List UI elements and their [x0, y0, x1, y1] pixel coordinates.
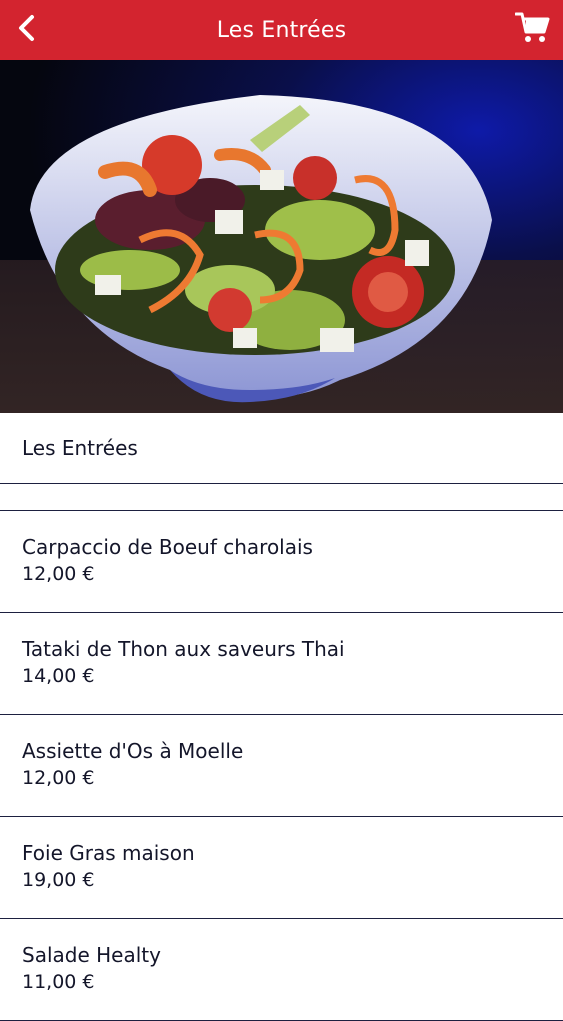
- app-header: Les Entrées: [0, 0, 563, 60]
- item-name: Salade Healty: [22, 943, 161, 967]
- cart-button[interactable]: [513, 10, 553, 50]
- chevron-left-icon: [15, 13, 37, 47]
- item-name: Assiette d'Os à Moelle: [22, 739, 244, 763]
- hero-image: [0, 60, 563, 413]
- menu-item[interactable]: Assiette d'Os à Moelle 12,00 €: [0, 715, 563, 817]
- menu-item[interactable]: Salade Healty 11,00 €: [0, 919, 563, 1021]
- menu-item[interactable]: Tataki de Thon aux saveurs Thai 14,00 €: [0, 613, 563, 715]
- page-title: Les Entrées: [216, 17, 347, 43]
- item-name: Foie Gras maison: [22, 841, 195, 865]
- menu-item[interactable]: Foie Gras maison 19,00 €: [0, 817, 563, 919]
- item-name: Tataki de Thon aux saveurs Thai: [22, 637, 345, 661]
- item-name: Carpaccio de Boeuf charolais: [22, 535, 313, 559]
- menu-list: Carpaccio de Boeuf charolais 12,00 € Tat…: [0, 511, 563, 1021]
- menu-item[interactable]: Carpaccio de Boeuf charolais 12,00 €: [0, 511, 563, 613]
- category-title: Les Entrées: [22, 436, 138, 460]
- back-button[interactable]: [6, 10, 46, 50]
- item-price: 12,00 €: [22, 767, 95, 789]
- shopping-cart-icon: [514, 11, 551, 49]
- item-price: 11,00 €: [22, 971, 95, 993]
- item-price: 12,00 €: [22, 563, 95, 585]
- item-price: 14,00 €: [22, 665, 95, 687]
- item-price: 19,00 €: [22, 869, 95, 891]
- divider: [0, 484, 563, 511]
- category-header: Les Entrées: [0, 413, 563, 484]
